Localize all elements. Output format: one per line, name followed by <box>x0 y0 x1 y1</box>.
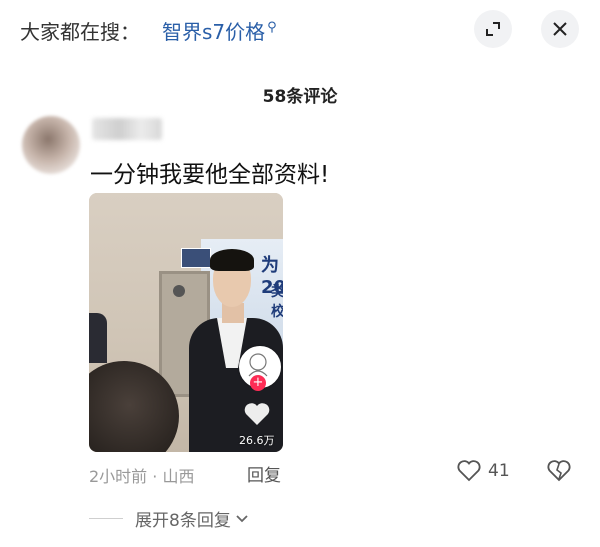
reply-button[interactable]: 回复 <box>247 461 281 486</box>
chevron-down-icon <box>236 514 248 522</box>
search-suggestion-link[interactable]: 智界s7价格 ⚲ <box>162 16 277 45</box>
like-count: 41 <box>488 461 510 481</box>
comment-meta: 2小时前 · 山西 <box>89 467 195 486</box>
top-bar: 大家都在搜： 智界s7价格 ⚲ <box>0 0 600 62</box>
close-button[interactable] <box>541 10 579 48</box>
heart-filled-icon <box>244 403 270 425</box>
like-button[interactable]: 41 <box>456 459 510 483</box>
image-like-count: 26.6万 <box>239 434 275 447</box>
avatar[interactable] <box>22 116 80 174</box>
dislike-button[interactable] <box>546 459 572 487</box>
expand-icon <box>486 22 500 36</box>
expand-window-button[interactable] <box>474 10 512 48</box>
photo-door-knob <box>173 285 185 297</box>
close-icon <box>553 22 567 36</box>
expand-replies-button[interactable]: 展开8条回复 <box>89 506 249 531</box>
image-like-button[interactable] <box>243 401 271 431</box>
comment-text: 一分钟我要他全部资料! <box>90 162 330 188</box>
username-blurred[interactable] <box>92 118 162 140</box>
broken-heart-icon <box>547 460 571 482</box>
expand-divider <box>89 518 123 519</box>
search-term-text: 智界s7价格 <box>162 20 266 44</box>
photo-person-hair <box>210 249 254 271</box>
photo-sign <box>181 248 211 268</box>
comment-count-title: 58条评论 <box>262 87 338 107</box>
photo-side-person <box>89 313 107 363</box>
comment-image[interactable]: 为20 类 校 + 26.6万 <box>89 193 283 452</box>
heart-outline-icon <box>457 460 481 482</box>
follow-plus-icon[interactable]: + <box>250 375 266 391</box>
photo-banner-text2: 类 校 <box>271 284 283 320</box>
search-icon: ⚲ <box>267 20 277 36</box>
search-prefix: 大家都在搜： <box>20 20 140 44</box>
expand-replies-label: 展开8条回复 <box>135 511 231 531</box>
